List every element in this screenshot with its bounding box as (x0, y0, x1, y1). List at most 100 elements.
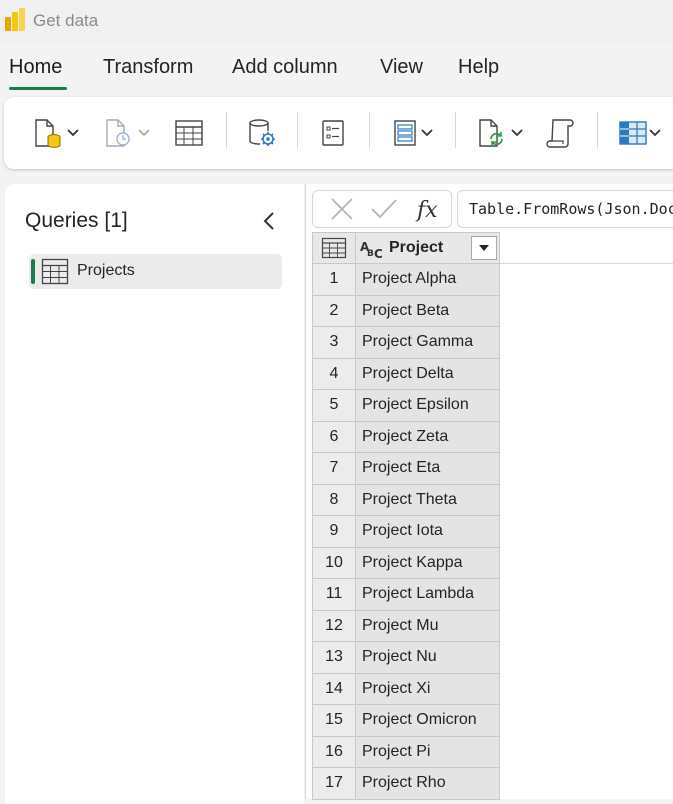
cancel-icon[interactable] (329, 197, 355, 221)
row-number[interactable]: 4 (312, 357, 356, 390)
table-cell[interactable]: Project Epsilon (355, 389, 500, 422)
table-cell[interactable]: Project Rho (355, 767, 500, 800)
table-cell[interactable]: Project Omicron (355, 704, 500, 737)
table-row[interactable]: 12 Project Mu (312, 609, 500, 642)
row-number[interactable]: 5 (312, 389, 356, 422)
row-number[interactable]: 10 (312, 546, 356, 579)
advanced-editor-button[interactable] (546, 115, 576, 151)
grid-header-line (493, 263, 673, 264)
manage-columns-icon (619, 121, 647, 145)
svg-text:fx: fx (415, 198, 438, 223)
row-number[interactable]: 9 (312, 515, 356, 548)
data-source-settings-button[interactable] (246, 115, 278, 151)
column-header-label: Project (389, 239, 444, 256)
recent-sources-icon (106, 119, 130, 147)
table-cell[interactable]: Project Kappa (355, 546, 500, 579)
tab-transform[interactable]: Transform (103, 56, 193, 79)
manage-columns-button[interactable] (618, 115, 662, 151)
table-cell[interactable]: Project Delta (355, 357, 500, 390)
table-row[interactable]: 2 Project Beta (312, 294, 500, 327)
chevron-down-icon (511, 129, 523, 137)
row-number[interactable]: 11 (312, 578, 356, 611)
column-filter-dropdown[interactable] (471, 236, 497, 260)
table-row[interactable]: 3 Project Gamma (312, 326, 500, 359)
refresh-button[interactable] (476, 115, 524, 151)
row-number[interactable]: 7 (312, 452, 356, 485)
row-number[interactable]: 12 (312, 609, 356, 642)
table-row[interactable]: 13 Project Nu (312, 641, 500, 674)
formula-text: Table.FromRows(Json.Document(Binary.Deco… (469, 200, 673, 218)
data-grid: A B C Project 1 Project Alpha 2 Project Bet… (312, 232, 500, 800)
select-all-table-icon[interactable] (312, 232, 356, 264)
row-number[interactable]: 13 (312, 641, 356, 674)
power-query-logo-icon (5, 8, 25, 31)
column-header-project[interactable]: A B C Project (355, 232, 500, 264)
ribbon-toolbar (4, 97, 673, 169)
data-source-settings-icon (249, 119, 275, 146)
table-row[interactable]: 11 Project Lambda (312, 578, 500, 611)
options-button[interactable] (392, 115, 434, 151)
table-row[interactable]: 8 Project Theta (312, 483, 500, 516)
table-cell[interactable]: Project Alpha (355, 263, 500, 296)
table-cell[interactable]: Project Xi (355, 672, 500, 705)
row-number[interactable]: 6 (312, 420, 356, 453)
chevron-left-icon[interactable] (260, 210, 278, 232)
table-cell[interactable]: Project Pi (355, 735, 500, 768)
table-cell[interactable]: Project Beta (355, 294, 500, 327)
table-row[interactable]: 15 Project Omicron (312, 704, 500, 737)
commit-check-icon[interactable] (370, 197, 398, 221)
tab-home[interactable]: Home (9, 56, 62, 79)
queries-panel: Queries [1] Projects (5, 184, 304, 804)
table-cell[interactable]: Project Nu (355, 641, 500, 674)
text-type-icon[interactable]: A B C (359, 237, 385, 259)
table-row[interactable]: 16 Project Pi (312, 735, 500, 768)
table-row[interactable]: 7 Project Eta (312, 452, 500, 485)
row-number[interactable]: 3 (312, 326, 356, 359)
tab-view[interactable]: View (380, 56, 423, 79)
ribbon-divider (597, 112, 598, 148)
table-row[interactable]: 6 Project Zeta (312, 420, 500, 453)
row-number[interactable]: 15 (312, 704, 356, 737)
tab-help[interactable]: Help (458, 56, 499, 79)
table-cell[interactable]: Project Theta (355, 483, 500, 516)
row-number[interactable]: 16 (312, 735, 356, 768)
fx-icon[interactable]: fx (415, 196, 443, 224)
table-cell[interactable]: Project Iota (355, 515, 500, 548)
chevron-down-icon (67, 129, 79, 137)
formula-bar[interactable]: Table.FromRows(Json.Document(Binary.Deco… (457, 190, 673, 228)
table-row[interactable]: 14 Project Xi (312, 672, 500, 705)
row-number[interactable]: 2 (312, 294, 356, 327)
row-number[interactable]: 8 (312, 483, 356, 516)
row-number[interactable]: 17 (312, 767, 356, 800)
options-list-icon (394, 120, 416, 146)
svg-text:C: C (374, 247, 383, 259)
manage-parameters-button[interactable] (320, 115, 346, 151)
ribbon-divider (455, 112, 456, 148)
table-cell[interactable]: Project Mu (355, 609, 500, 642)
table-cell[interactable]: Project Lambda (355, 578, 500, 611)
chevron-down-icon (649, 129, 661, 137)
table-cell[interactable]: Project Eta (355, 452, 500, 485)
row-number[interactable]: 1 (312, 263, 356, 296)
refresh-icon (479, 119, 503, 147)
grid-body: 1 Project Alpha 2 Project Beta 3 Project Gamm… (312, 263, 500, 800)
table-icon (175, 120, 203, 146)
selected-indicator (31, 259, 35, 284)
table-row[interactable]: 4 Project Delta (312, 357, 500, 390)
ribbon-divider (226, 112, 227, 148)
table-row[interactable]: 5 Project Epsilon (312, 389, 500, 422)
enter-data-button[interactable] (174, 115, 204, 151)
table-row[interactable]: 17 Project Rho (312, 767, 500, 800)
table-row[interactable]: 1 Project Alpha (312, 263, 500, 296)
tab-add-column[interactable]: Add column (232, 56, 338, 79)
table-row[interactable]: 10 Project Kappa (312, 546, 500, 579)
table-cell[interactable]: Project Gamma (355, 326, 500, 359)
active-tab-indicator (9, 87, 67, 90)
recent-sources-button[interactable] (103, 115, 151, 151)
get-data-button[interactable] (32, 115, 80, 151)
query-item-projects[interactable]: Projects (29, 254, 282, 289)
table-icon (41, 258, 69, 285)
table-row[interactable]: 9 Project Iota (312, 515, 500, 548)
row-number[interactable]: 14 (312, 672, 356, 705)
table-cell[interactable]: Project Zeta (355, 420, 500, 453)
